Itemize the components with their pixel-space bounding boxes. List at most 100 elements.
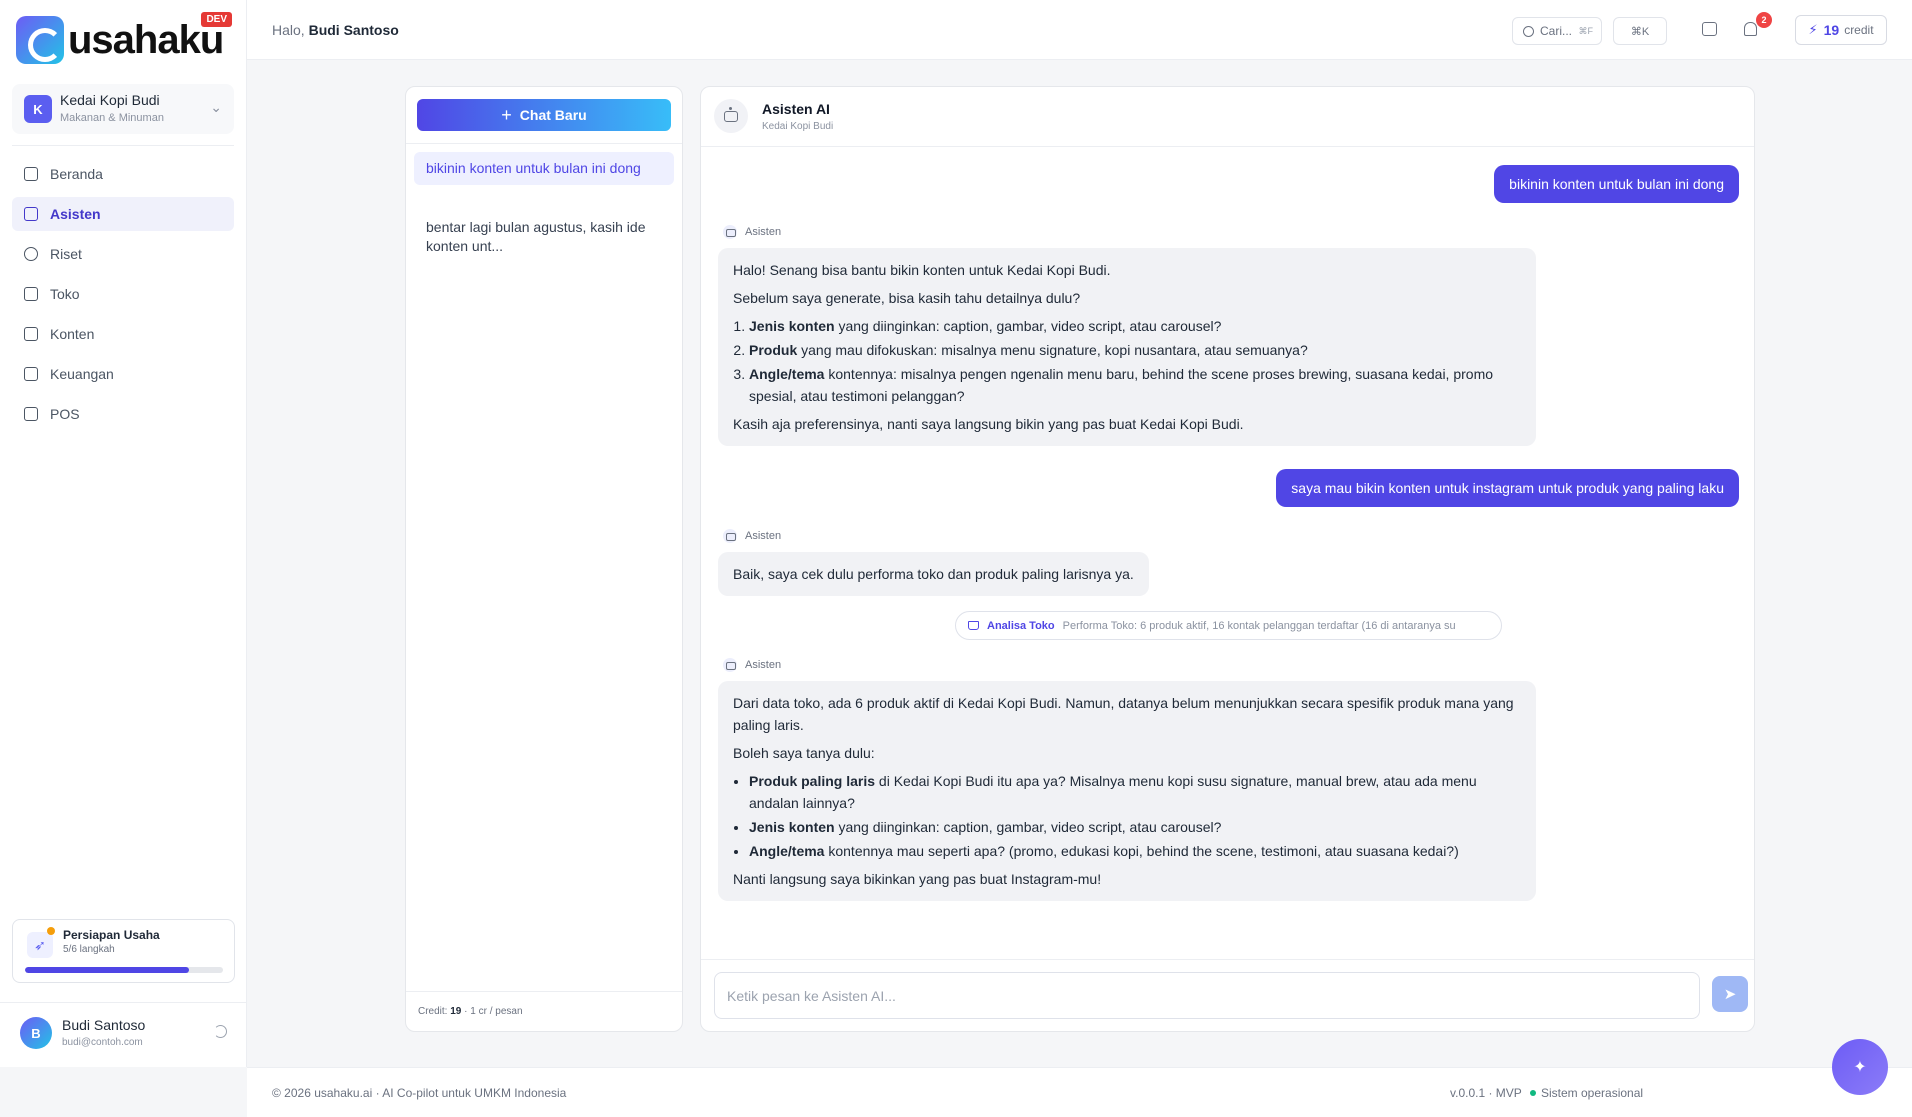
search-icon [1523, 25, 1534, 37]
sidebar: usahaku DEV K Kedai Kopi Budi Makanan & … [0, 0, 247, 1067]
message-icon[interactable] [1702, 22, 1717, 36]
cart-icon [24, 287, 38, 301]
sidebar-item-label: Keuangan [50, 366, 114, 382]
list-item-bold: Jenis konten [749, 819, 835, 835]
send-button[interactable]: ➤ [1712, 976, 1748, 1012]
message-paragraph: Halo! Senang bisa bantu bikin konten unt… [733, 262, 1111, 278]
tool-name: Analisa Toko [987, 619, 1055, 632]
grid-icon [24, 167, 38, 181]
list-item-text: yang mau difokuskan: misalnya menu signa… [797, 342, 1308, 358]
brand-logo[interactable]: usahaku DEV [16, 12, 232, 68]
moon-icon[interactable] [214, 1025, 227, 1038]
chevron-down-icon: ⌄ [210, 99, 222, 115]
robot-icon [723, 225, 737, 239]
avatar[interactable]: B [20, 1017, 52, 1049]
sidebar-item-pos[interactable]: POS [12, 397, 234, 431]
credit-footer-value: 19 [450, 1006, 462, 1017]
assistant-label-text: Asisten [745, 226, 782, 238]
sidebar-item-toko[interactable]: Toko [12, 277, 234, 311]
sidebar-nav: Beranda Asisten Riset Toko Konten Keuang… [12, 157, 234, 437]
cart-icon [24, 407, 38, 421]
copyright: © 2026 usahaku.ai · AI Co-pilot untuk UM… [272, 1086, 567, 1100]
user-profile: B Budi Santoso budi@contoh.com [0, 1002, 247, 1062]
list-item: Jenis konten yang diinginkan: caption, g… [749, 816, 1521, 838]
setup-status-dot [47, 927, 55, 935]
chat-title: Asisten AI [762, 101, 830, 117]
bolt-icon: ⚡ [1808, 22, 1818, 37]
search-button[interactable]: Cari... ⌘F [1512, 17, 1602, 45]
sidebar-item-label: Beranda [50, 166, 103, 182]
sidebar-item-asisten[interactable]: Asisten [12, 197, 234, 231]
user-name: Budi Santoso [62, 1017, 146, 1033]
rocket-icon: ➶ [27, 932, 53, 958]
message-input[interactable] [714, 972, 1700, 1019]
list-item: Produk yang mau difokuskan: misalnya men… [749, 339, 1521, 361]
list-item-text: yang diinginkan: caption, gambar, video … [834, 318, 1222, 334]
page-footer: © 2026 usahaku.ai · AI Co-pilot untuk UM… [247, 1067, 1912, 1117]
app-version: v.0.0.1 · MVP [1450, 1086, 1522, 1100]
tool-call-chip[interactable]: Analisa Toko Performa Toko: 6 produk akt… [955, 611, 1502, 640]
sidebar-item-keuangan[interactable]: Keuangan [12, 357, 234, 391]
sidebar-item-beranda[interactable]: Beranda [12, 157, 234, 191]
greeting-prefix: Halo, [272, 22, 305, 38]
search-label: Cari... [1540, 24, 1573, 38]
top-bar: Halo, Budi Santoso Cari... ⌘F ⌘K 2 ⚡ 19 … [247, 0, 1912, 60]
command-palette-button[interactable]: ⌘K [1613, 17, 1667, 45]
credit-button[interactable]: ⚡ 19 credit [1795, 15, 1887, 45]
search-icon [24, 247, 38, 261]
user-message: saya mau bikin konten untuk instagram un… [1276, 469, 1739, 507]
setup-progress-card[interactable]: ➶ Persiapan Usaha 5/6 langkah [12, 919, 235, 983]
chat-subtitle: Kedai Kopi Budi [762, 121, 834, 132]
credit-label: credit [1844, 23, 1874, 37]
help-fab-button[interactable]: ✦ [1832, 1039, 1888, 1095]
robot-icon [723, 529, 737, 543]
sidebar-item-konten[interactable]: Konten [12, 317, 234, 351]
credit-footer: Credit: 19 · 1 cr / pesan [406, 991, 682, 1031]
status-text: Sistem operasional [1541, 1086, 1644, 1100]
list-item-text: yang diinginkan: caption, gambar, video … [834, 819, 1222, 835]
message-paragraph: Kasih aja preferensinya, nanti saya lang… [733, 416, 1244, 432]
assistant-label-text: Asisten [745, 530, 782, 542]
credit-footer-prefix: Credit: [418, 1006, 448, 1017]
chat-header: Asisten AI Kedai Kopi Budi [701, 87, 1754, 147]
list-item-bold: Angle/tema [749, 843, 825, 859]
new-chat-button[interactable]: + Chat Baru [417, 99, 671, 131]
message-paragraph: Nanti langsung saya bikinkan yang pas bu… [733, 871, 1102, 887]
business-category: Makanan & Minuman [60, 112, 164, 124]
conversation-item[interactable]: bentar lagi bulan agustus, kasih ide kon… [414, 211, 674, 263]
credit-value: 19 [1823, 22, 1840, 38]
conversation-list-panel: + Chat Baru bikinin konten untuk bulan i… [405, 86, 683, 1032]
assistant-label: Asisten [723, 658, 781, 672]
list-item-bold: Produk paling laris [749, 773, 876, 789]
message-list: Produk paling laris di Kedai Kopi Budi i… [733, 770, 1521, 862]
composer: ➤ [701, 959, 1754, 1031]
list-divider [406, 143, 682, 144]
search-shortcut: ⌘F [1578, 25, 1594, 36]
assistant-label-text: Asisten [745, 659, 782, 671]
sidebar-item-riset[interactable]: Riset [12, 237, 234, 271]
sidebar-item-label: Riset [50, 246, 82, 262]
status-dot [1530, 1090, 1536, 1096]
assistant-label: Asisten [723, 529, 781, 543]
command-shortcut: ⌘K [1630, 25, 1650, 38]
assistant-message: Baik, saya cek dulu performa toko dan pr… [718, 552, 1149, 596]
assistant-message: Halo! Senang bisa bantu bikin konten unt… [718, 248, 1536, 446]
new-chat-label: Chat Baru [519, 107, 587, 123]
robot-icon [24, 207, 38, 221]
list-item-text: kontennya: misalnya pengen ngenalin menu… [749, 366, 1494, 404]
list-item-bold: Angle/tema [749, 366, 825, 382]
business-switcher[interactable]: K Kedai Kopi Budi Makanan & Minuman ⌄ [12, 84, 234, 134]
list-item-bold: Jenis konten [749, 318, 835, 334]
bell-icon[interactable] [1744, 22, 1757, 36]
notification-badge: 2 [1756, 12, 1772, 28]
send-icon: ➤ [1723, 986, 1737, 1003]
sidebar-item-label: Asisten [50, 206, 101, 222]
list-item: Produk paling laris di Kedai Kopi Budi i… [749, 770, 1521, 814]
list-item-bold: Produk [749, 342, 798, 358]
robot-icon [724, 106, 738, 122]
list-item: Angle/tema kontennya mau seperti apa? (p… [749, 840, 1521, 862]
message-paragraph: Dari data toko, ada 6 produk aktif di Ke… [733, 695, 1514, 733]
conversation-item[interactable]: bikinin konten untuk bulan ini dong [414, 152, 674, 185]
message-list: Jenis konten yang diinginkan: caption, g… [733, 315, 1521, 407]
sidebar-item-label: Konten [50, 326, 95, 342]
